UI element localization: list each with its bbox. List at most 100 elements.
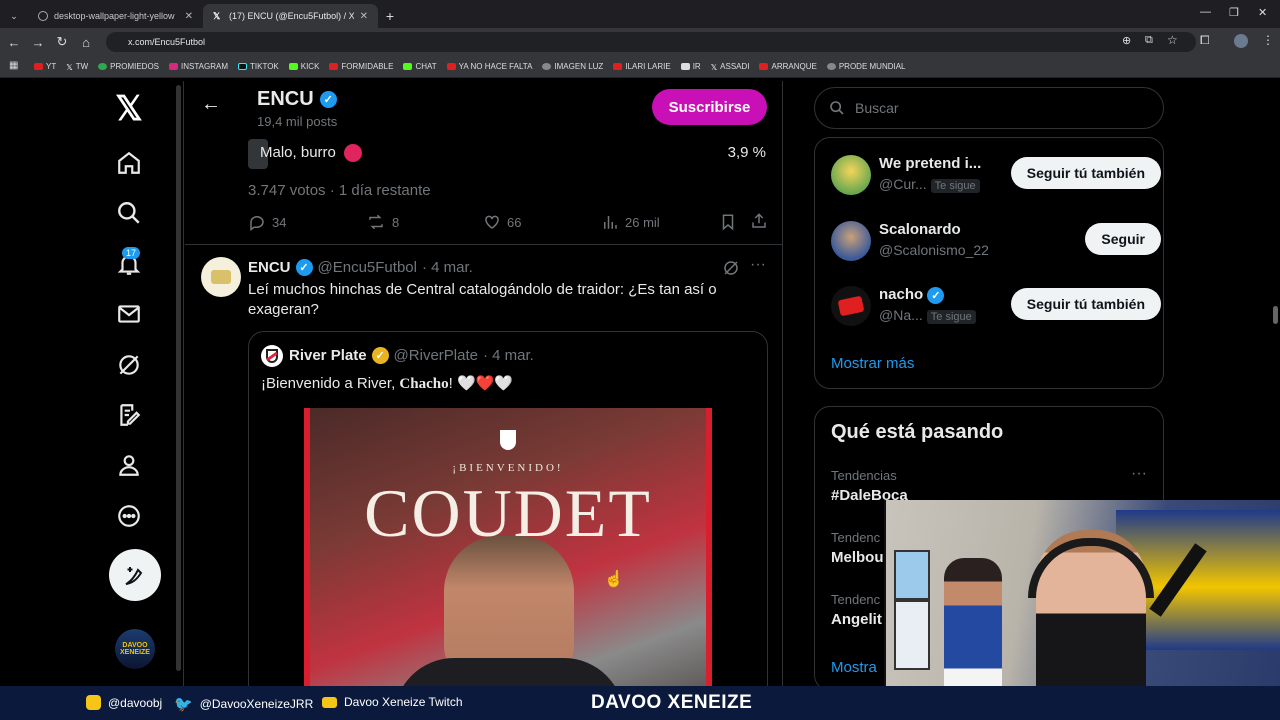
follow-suggestion[interactable]: We pretend i... @Cur... Te sigue Seguir t… [831,152,1161,198]
account-avatar[interactable]: DAVOO XENEIZE [115,629,155,669]
bookmark-imagen-luz[interactable]: IMAGEN LUZ [542,62,603,71]
grok-explain-icon[interactable] [722,259,740,282]
twitter-handle: 🐦 @DavooXeneizeJRR [174,696,314,713]
bookmark-ir[interactable]: IR [680,62,701,71]
youtube-icon [322,696,337,708]
back-arrow-icon[interactable]: ← [201,93,221,116]
bookmark-kick[interactable]: KICK [288,62,319,71]
trends-title: Qué está pasando [831,421,1004,443]
reply-button[interactable]: 34 [248,213,286,231]
bookmark-chat[interactable]: CHAT [403,62,437,71]
explore-search-icon[interactable] [106,190,152,236]
forward-arrow-icon[interactable]: → [26,35,50,50]
tab-title: (17) ENCU (@Encu5Futbol) / X [229,11,354,21]
quoted-tweet[interactable]: River Plate ✓ @RiverPlate · 4 mar. ¡Bien… [248,331,768,686]
bookmark-tiktok[interactable]: TIKTOK [238,62,279,71]
more-options-icon[interactable] [106,493,152,539]
coudet-welcome-image[interactable]: ¡BIENVENIDO! COUDET [304,408,712,686]
tweet-author-avatar[interactable] [201,257,241,297]
reply-icon [250,216,264,231]
install-icon[interactable]: ⧉ [1145,34,1153,47]
like-count: 66 [507,214,522,230]
new-tab-button[interactable]: + [378,4,402,28]
messages-mail-icon[interactable] [106,291,152,337]
left-scrollbar[interactable] [176,85,181,671]
tweet-author-handle[interactable]: @Encu5Futbol [318,259,417,276]
bookmark-prode-mundial[interactable]: PRODE MUNDIAL [826,62,906,71]
subscribe-button[interactable]: Suscribirse [652,89,767,125]
coach-jacket [394,658,624,686]
profile-avatar[interactable] [1234,34,1248,48]
bookmark-ilari-larie[interactable]: ILARI LARIE [613,62,671,71]
twitch-channel: Davoo Xeneize Twitch [322,695,463,709]
follow-suggestion[interactable]: nacho ✓ @Na... Te sigue Seguir tú también [831,283,1161,329]
tweet-text: Leí muchos hinchas de Central catalogánd… [248,281,717,318]
profile-person-icon[interactable] [106,442,152,488]
left-navigation: 𝕏 17 DAVOO XENEIZE [0,81,184,686]
browser-tab-encu[interactable]: 𝕏 (17) ENCU (@Encu5Futbol) / X ✕ [203,4,378,28]
repost-button[interactable]: 8 [366,213,399,231]
close-tab-icon[interactable]: ✕ [360,11,368,22]
show-more-link[interactable]: Mostrar más [831,355,914,372]
bookmark-arranque[interactable]: ARRANQUE [759,62,817,71]
more-dots-icon[interactable]: ··· [750,256,766,274]
search-input[interactable]: Buscar [814,87,1164,129]
bookmark-tw[interactable]: 𝕏 TW [66,62,88,72]
bookmark-formidable[interactable]: FORMIDABLE [329,62,393,71]
bookmark-promiedos[interactable]: PROMIEDOS [98,62,159,71]
repost-count: 8 [392,214,400,230]
compose-post-button[interactable] [109,549,161,601]
tab-title: desktop-wallpaper-light-yellow [54,11,175,21]
address-bar-row: ← → ↻ ⌂ x.com/Encu5Futbol ⊕ ⧉ ☆ ⧠ ⋮ [0,28,1280,56]
framed-jersey [894,600,930,670]
follow-back-button[interactable]: Seguir tú también [1010,288,1161,320]
bookmark-star-icon[interactable]: ☆ [1167,33,1178,47]
zoom-icon[interactable]: ⊕ [1122,34,1131,47]
restore-button[interactable]: ❐ [1229,6,1239,19]
trend-name[interactable]: Angelit [831,611,882,628]
suggestion-handle: @Scalonismo_22 [879,242,989,258]
home-icon[interactable]: ⌂ [74,35,98,50]
bookmark-assadi[interactable]: 𝕏 ASSADI [711,62,750,72]
bookmark-yt[interactable]: YT [34,62,56,71]
follow-suggestion[interactable]: Scalonardo @Scalonismo_22 Seguir [831,218,1161,264]
browser-tab-wallpaper[interactable]: desktop-wallpaper-light-yellow ✕ [28,4,203,28]
instagram-handle: @davoobj [86,695,162,710]
framed-jersey [894,550,930,600]
back-arrow-icon[interactable]: ← [2,35,26,50]
trend-name[interactable]: Melbou [831,549,884,566]
close-window-button[interactable]: ✕ [1258,6,1267,19]
tweet-date[interactable]: · 4 mar. [422,259,473,276]
stream-footer: @davoobj 🐦 @DavooXeneizeJRR Davoo Xeneiz… [0,686,1280,720]
globe-icon [38,11,48,21]
poll-meta: 3.747 votos · 1 día restante [248,182,431,199]
minimize-button[interactable]: — [1200,6,1211,18]
suggestion-name: Scalonardo [879,221,961,238]
tweet-author-name[interactable]: ENCU [248,259,291,276]
home-icon[interactable] [106,140,152,186]
url-field[interactable]: x.com/Encu5Futbol [106,32,1196,52]
tab-search-button[interactable]: ⌄ [0,4,28,28]
share-icon[interactable] [750,212,768,235]
apps-grid-icon[interactable]: ▦ [9,60,18,71]
river-crest-icon [266,349,278,363]
reload-icon[interactable]: ↻ [50,34,74,50]
poll-percent: 3,9 % [727,144,766,161]
premium-edit-icon[interactable] [106,392,152,438]
grok-icon[interactable] [106,342,152,388]
search-icon [830,101,844,115]
bookmark-icon[interactable] [719,213,737,236]
views-button[interactable]: 26 mil [601,213,660,231]
follow-button[interactable]: Seguir [1085,223,1161,255]
more-dots-icon[interactable]: ··· [1131,465,1147,483]
x-logo-icon[interactable]: 𝕏 [106,86,152,132]
trends-show-more-link[interactable]: Mostra [831,659,877,676]
extensions-icon[interactable]: ⧠ [1200,33,1210,48]
menu-dots-icon[interactable]: ⋮ [1262,33,1274,47]
bookmark-instagram[interactable]: INSTAGRAM [169,62,228,71]
close-tab-icon[interactable]: ✕ [185,11,193,22]
bookmark-ya-no-hace-falta[interactable]: YA NO HACE FALTA [446,62,532,71]
like-button[interactable]: 66 [483,213,521,231]
follow-back-button[interactable]: Seguir tú también [1010,157,1161,189]
image-subtitle: ¡BIENVENIDO! [452,462,564,474]
